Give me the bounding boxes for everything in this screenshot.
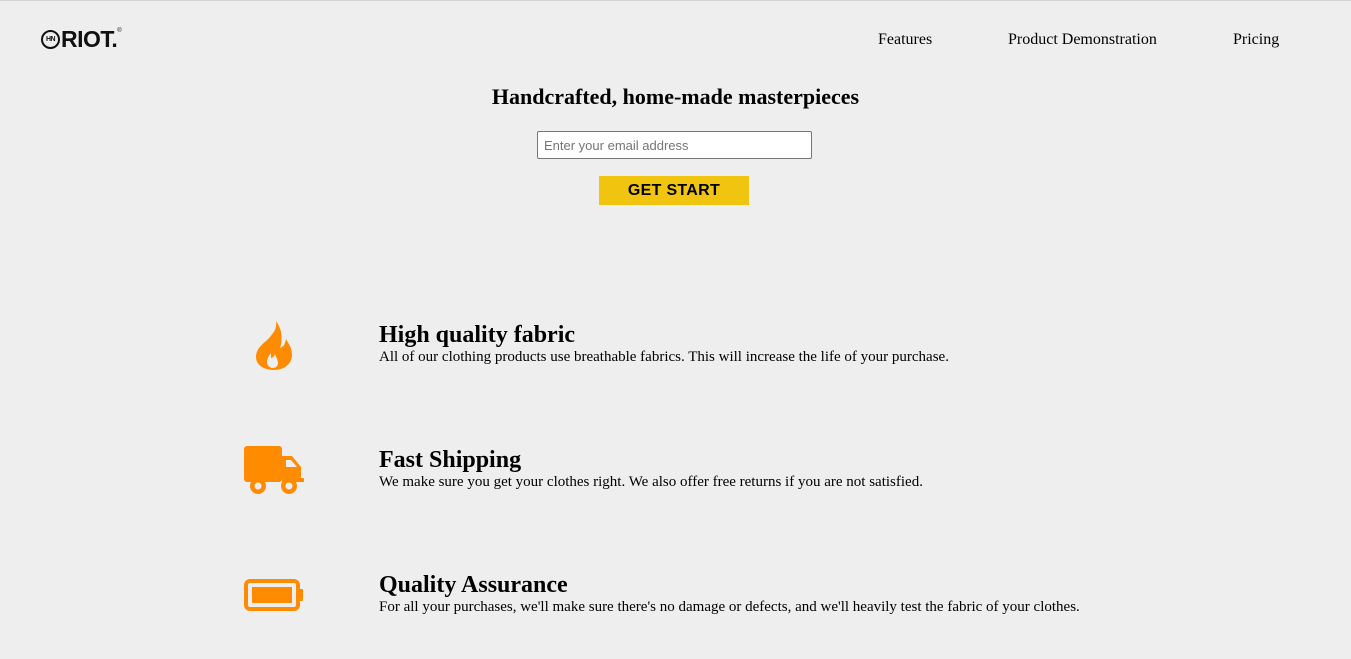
nav-link-product-demonstration[interactable]: Product Demonstration [1008,31,1157,49]
feature-description: All of our clothing products use breatha… [379,349,949,365]
landing-page: HN RIOT. ® Features Product Demonstratio… [0,0,1351,659]
truck-icon [244,440,304,500]
feature-text: High quality fabric All of our clothing … [379,322,949,366]
feature-item: Fast Shipping We make sure you get your … [0,446,1351,506]
feature-description: We make sure you get your clothes right.… [379,474,923,490]
feature-title: Quality Assurance [379,572,568,598]
hero-title: Handcrafted, home-made masterpieces [491,84,860,109]
feature-item: High quality fabric All of our clothing … [0,321,1351,381]
battery-full-icon [244,565,304,625]
main-nav: Features Product Demonstration Pricing [0,31,1351,51]
nav-link-features[interactable]: Features [878,31,932,49]
nav-link-pricing[interactable]: Pricing [1233,31,1279,49]
feature-item: Quality Assurance For all your purchases… [0,571,1351,631]
fire-icon [244,315,304,375]
feature-description: For all your purchases, we'll make sure … [379,599,1080,615]
email-input[interactable] [537,131,812,159]
feature-text: Quality Assurance For all your purchases… [379,572,1080,616]
feature-title: Fast Shipping [379,447,522,473]
feature-title: High quality fabric [379,322,576,348]
feature-text: Fast Shipping We make sure you get your … [379,447,923,491]
get-start-button[interactable]: GET START [599,176,749,205]
